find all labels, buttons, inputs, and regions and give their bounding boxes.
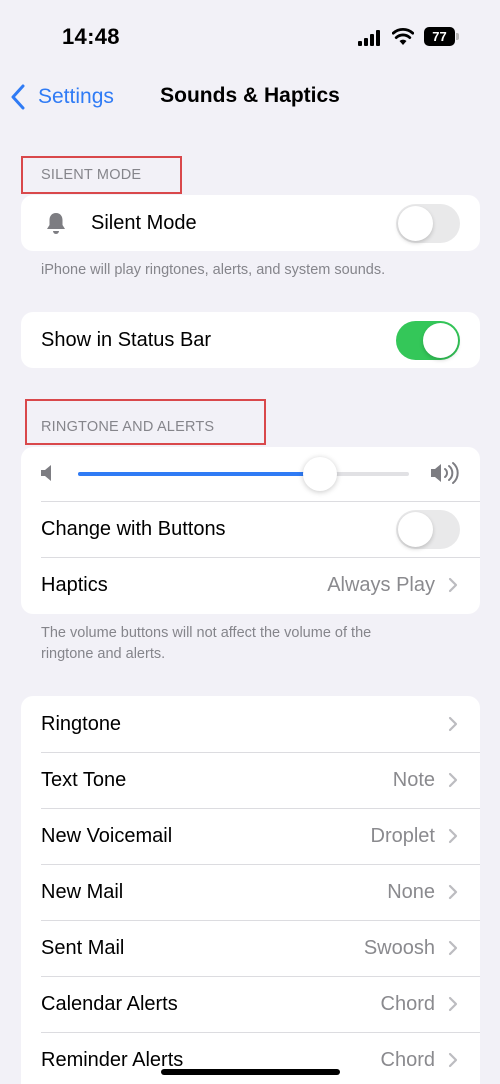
chevron-right-icon	[448, 716, 458, 732]
silent-mode-footnote: iPhone will play ringtones, alerts, and …	[41, 262, 386, 278]
home-indicator[interactable]	[161, 1069, 340, 1075]
ringtone-footnote-line-1: The volume buttons will not affect the v…	[41, 625, 372, 641]
sound-value: Chord	[380, 992, 435, 1015]
speaker-high-icon	[431, 462, 459, 484]
ringtone-alerts-card: Change with Buttons Haptics Always Play	[21, 447, 480, 614]
signal-icon	[358, 30, 380, 46]
sound-row-reminder-alerts[interactable]: Reminder Alerts Chord	[21, 1032, 480, 1084]
silent-mode-row: Silent Mode	[21, 195, 480, 251]
sound-label: Sent Mail	[41, 936, 125, 959]
toggle-knob	[423, 322, 458, 358]
ringtone-footnote-line-2: ringtone and alerts.	[41, 646, 166, 662]
sound-label: New Voicemail	[41, 824, 173, 847]
battery-tip	[456, 33, 459, 40]
sound-label: Calendar Alerts	[41, 992, 178, 1015]
change-with-buttons-label: Change with Buttons	[41, 517, 226, 540]
sound-value: Droplet	[370, 824, 435, 847]
chevron-right-icon	[448, 940, 458, 956]
silent-mode-header: SILENT MODE	[41, 167, 142, 183]
sound-row-text-tone[interactable]: Text Tone Note	[21, 752, 480, 808]
haptics-row[interactable]: Haptics Always Play	[21, 557, 480, 613]
ringtone-alerts-footnote: The volume buttons will not affect the v…	[41, 623, 471, 665]
battery-level: 77	[424, 27, 455, 46]
sound-row-new-mail[interactable]: New Mail None	[21, 864, 480, 920]
volume-slider-fill	[78, 472, 320, 476]
silent-mode-label: Silent Mode	[91, 211, 197, 234]
status-time: 14:48	[62, 24, 120, 49]
silent-mode-toggle[interactable]	[396, 203, 460, 243]
sounds-list-card: Ringtone Text Tone Note New Voicemail Dr…	[21, 696, 480, 1084]
battery-icon: 77	[424, 27, 460, 46]
bell-icon	[47, 213, 65, 234]
chevron-right-icon	[448, 577, 458, 593]
haptics-value: Always Play	[327, 573, 435, 596]
sound-value: Note	[392, 768, 435, 791]
sound-row-ringtone[interactable]: Ringtone	[21, 696, 480, 752]
chevron-right-icon	[448, 884, 458, 900]
wifi-icon	[392, 28, 414, 45]
sound-row-calendar-alerts[interactable]: Calendar Alerts Chord	[21, 976, 480, 1032]
sound-value: Chord	[380, 1048, 435, 1071]
status-bar-card: Show in Status Bar	[21, 312, 480, 368]
sound-row-new-voicemail[interactable]: New Voicemail Droplet	[21, 808, 480, 864]
sound-label: Text Tone	[41, 768, 127, 791]
chevron-right-icon	[448, 828, 458, 844]
show-in-status-bar-label: Show in Status Bar	[41, 328, 212, 351]
chevron-right-icon	[448, 996, 458, 1012]
sound-label: Reminder Alerts	[41, 1048, 184, 1071]
silent-mode-card: Silent Mode	[21, 195, 480, 251]
sound-label: New Mail	[41, 880, 124, 903]
speaker-low-icon	[41, 465, 51, 481]
volume-slider-row	[21, 447, 480, 501]
toggle-knob	[398, 511, 433, 547]
ringtone-alerts-header: RINGTONE AND ALERTS	[41, 419, 215, 435]
show-in-status-bar-row: Show in Status Bar	[21, 312, 480, 368]
page-title: Sounds & Haptics	[160, 84, 340, 107]
status-bar: 14:48 77	[0, 0, 500, 72]
sounds-haptics-screen: 14:48 77 Settings Sounds & Haptics SILEN…	[0, 0, 500, 1084]
sound-label: Ringtone	[41, 712, 122, 735]
chevron-right-icon	[448, 1052, 458, 1068]
haptics-label: Haptics	[41, 573, 108, 596]
change-with-buttons-row: Change with Buttons	[21, 501, 480, 557]
volume-slider[interactable]	[78, 457, 409, 491]
change-with-buttons-toggle[interactable]	[396, 509, 460, 549]
toggle-knob	[398, 205, 433, 241]
sound-value: Swoosh	[363, 936, 435, 959]
sound-row-sent-mail[interactable]: Sent Mail Swoosh	[21, 920, 480, 976]
sound-value: None	[387, 880, 435, 903]
volume-slider-thumb[interactable]	[302, 457, 337, 491]
chevron-right-icon	[448, 772, 458, 788]
show-in-status-bar-toggle[interactable]	[396, 320, 460, 360]
